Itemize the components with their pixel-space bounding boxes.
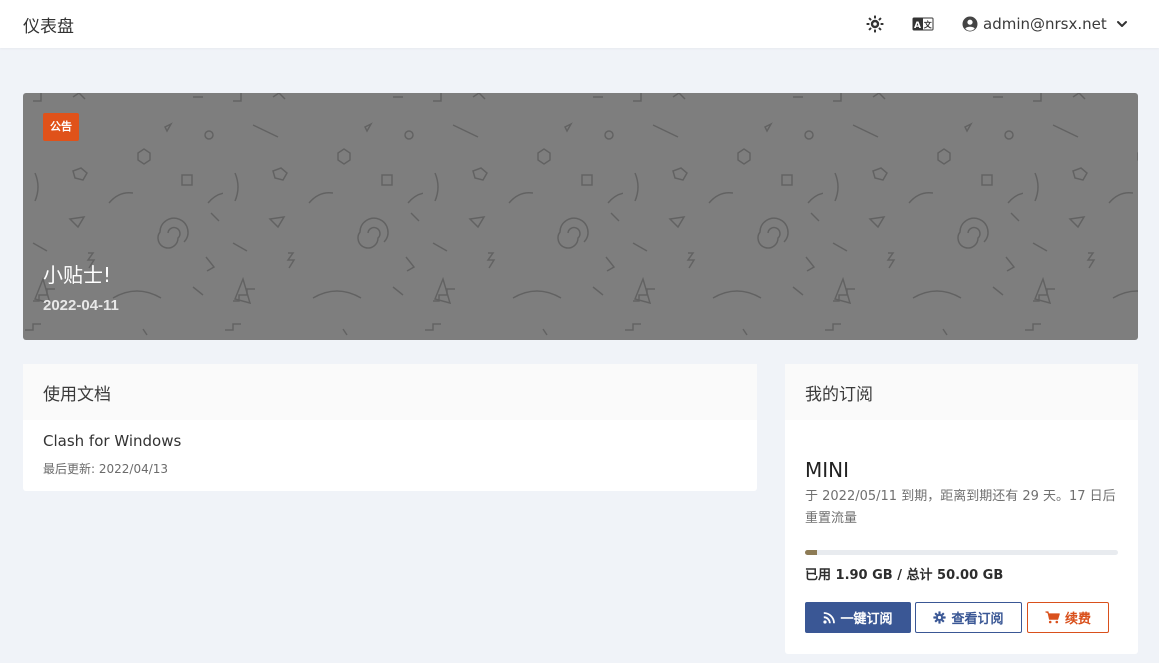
rss-icon	[823, 611, 836, 624]
top-navbar: 仪表盘 A 文 admin@nrsx.net	[0, 0, 1159, 48]
one-click-subscribe-label: 一键订阅	[840, 612, 893, 627]
gear-icon	[933, 611, 947, 624]
sun-gear-icon	[866, 15, 884, 33]
renew-button[interactable]: 续费	[1027, 602, 1109, 633]
theme-toggle-button[interactable]	[864, 13, 886, 35]
plan-name: MINI	[805, 458, 850, 482]
announcement-title: 小贴士!	[43, 263, 112, 287]
doc-item-updated: 最后更新: 2022/04/13	[43, 462, 169, 476]
svg-text:A: A	[914, 21, 921, 31]
user-menu[interactable]: admin@nrsx.net	[962, 12, 1128, 36]
language-button[interactable]: A 文	[912, 13, 934, 35]
traffic-progress-bar	[805, 550, 1118, 555]
doc-item-title[interactable]: Clash for Windows	[43, 432, 181, 450]
translate-icon: A 文	[912, 17, 934, 31]
announcement-banner[interactable]: 公告 小贴士! 2022-04-11	[23, 93, 1138, 340]
docs-card: 使用文档 Clash for Windows 最后更新: 2022/04/13	[23, 364, 757, 491]
subscription-card-header: 我的订阅	[785, 364, 1138, 420]
chevron-down-icon	[1116, 21, 1127, 27]
renew-label: 续费	[1064, 612, 1091, 627]
svg-text:文: 文	[924, 20, 933, 30]
user-circle-icon	[962, 16, 978, 32]
one-click-subscribe-button[interactable]: 一键订阅	[805, 602, 911, 633]
announcement-badge: 公告	[43, 113, 79, 141]
docs-card-header: 使用文档	[23, 364, 757, 420]
traffic-progress-fill	[805, 550, 817, 555]
traffic-usage-text: 已用 1.90 GB / 总计 50.00 GB	[805, 568, 1004, 583]
user-email: admin@nrsx.net	[983, 15, 1107, 33]
announcement-date: 2022-04-11	[43, 297, 119, 314]
view-subscription-label: 查看订阅	[951, 612, 1004, 627]
view-subscription-button[interactable]: 查看订阅	[915, 602, 1022, 633]
subscription-card: 我的订阅 MINI 于 2022/05/11 到期，距离到期还有 29 天。17…	[785, 364, 1138, 654]
banner-pattern	[23, 93, 1138, 340]
plan-expiry-text: 于 2022/05/11 到期，距离到期还有 29 天。17 日后重置流量	[805, 489, 1116, 526]
shopping-cart-icon	[1045, 611, 1060, 624]
page-title: 仪表盘	[23, 17, 74, 37]
